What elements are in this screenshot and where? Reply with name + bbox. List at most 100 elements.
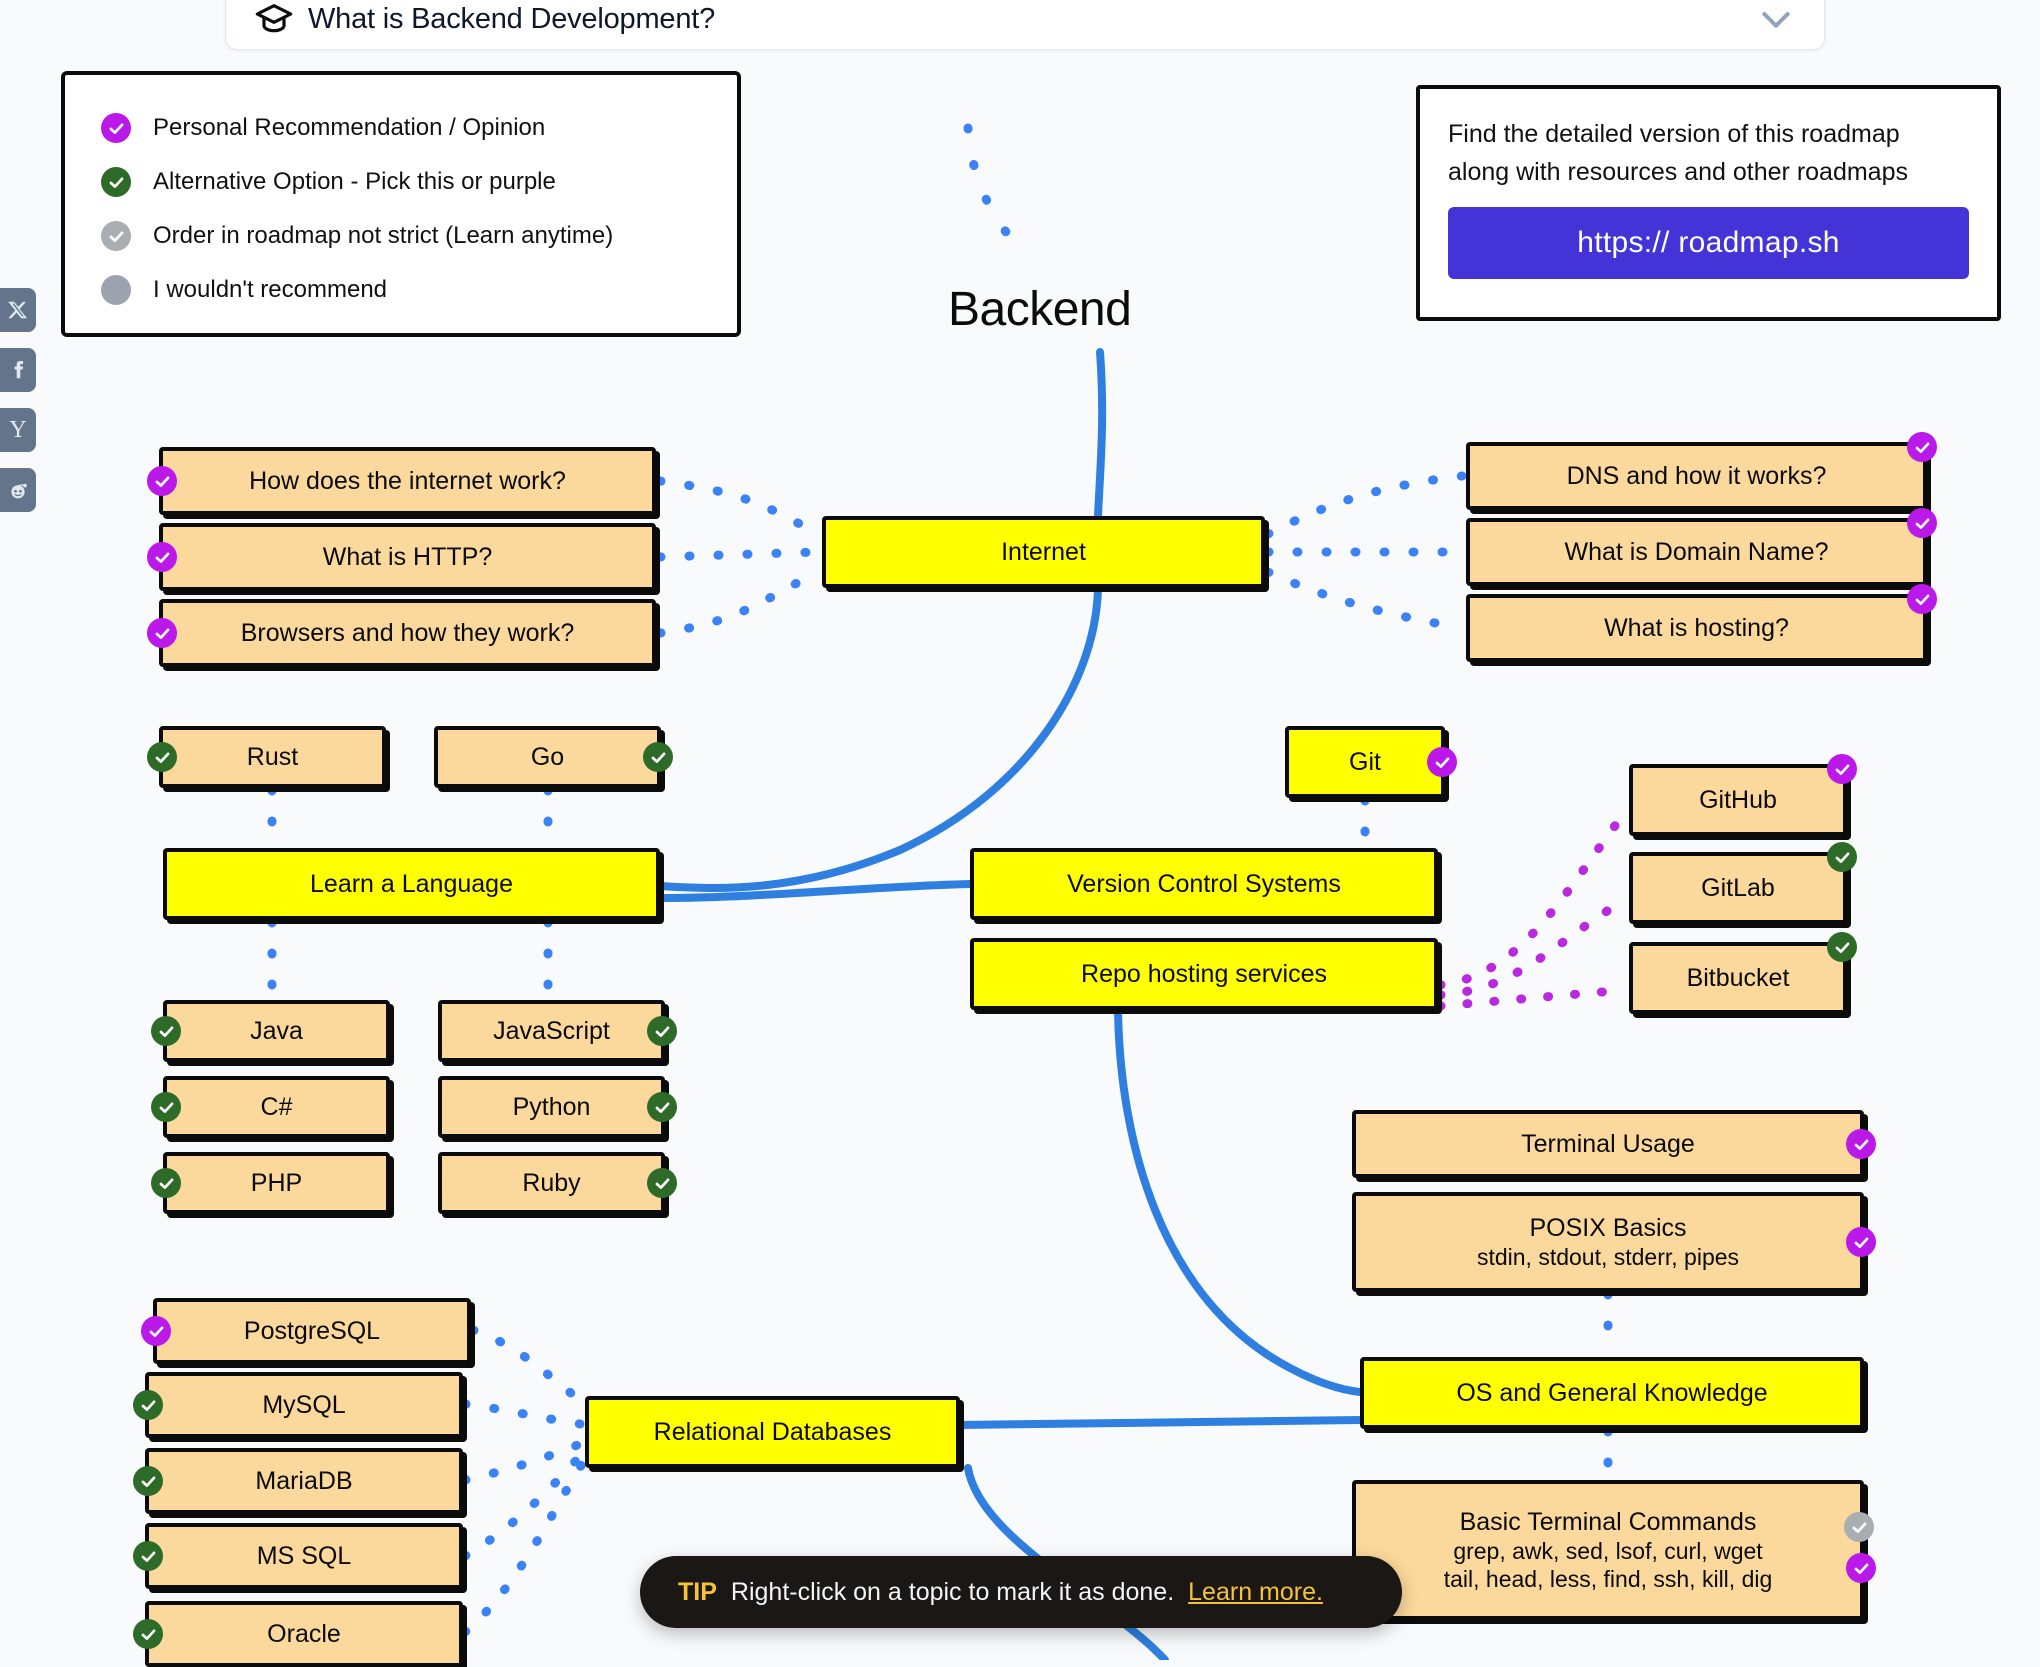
roadmap-node-learn-language[interactable]: Learn a Language (163, 848, 660, 920)
hackernews-icon[interactable]: Y (0, 408, 36, 452)
roadmap-node-basic-terminal[interactable]: Basic Terminal Commands grep, awk, sed, l… (1352, 1480, 1876, 1620)
node-subtitle: stdin, stdout, stderr, pipes (1476, 1244, 1740, 1271)
legend-item-alternative-option: Alternative Option - Pick this or purple (101, 155, 737, 209)
roadmap-node-github[interactable]: GitHub (1629, 754, 1857, 836)
node-title: Browsers and how they work? (240, 618, 575, 647)
check-green-icon (133, 1466, 163, 1496)
tip-learn-more-link[interactable]: Learn more. (1188, 1578, 1323, 1607)
tip-tag: TIP (678, 1577, 717, 1606)
check-gray-icon (1844, 1512, 1874, 1542)
roadmap-node-java[interactable]: Java (151, 1000, 390, 1062)
roadmap-node-mssql[interactable]: MS SQL (133, 1523, 463, 1589)
check-purple-icon (101, 113, 131, 143)
node-title: DNS and how it works? (1566, 461, 1827, 490)
check-green-icon (1827, 932, 1857, 962)
legend-item-label: Personal Recommendation / Opinion (153, 114, 546, 141)
node-title: GitLab (1701, 873, 1775, 902)
node-title: Go (530, 742, 565, 771)
node-title: Java (250, 1016, 303, 1045)
topic-header-left: What is Backend Development? (254, 0, 715, 39)
node-title: Repo hosting services (1081, 959, 1327, 988)
roadmap-node-posix-basics[interactable]: POSIX Basics stdin, stdout, stderr, pipes (1352, 1192, 1876, 1292)
promo-line-1: Find the detailed version of this roadma… (1448, 120, 1900, 148)
node-subtitle-2: tail, head, less, find, ssh, kill, dig (1443, 1566, 1773, 1593)
check-green-icon (647, 1016, 677, 1046)
roadmap-title: Backend (948, 283, 1132, 336)
legend-item-not-recommended: I wouldn't recommend (101, 263, 737, 317)
check-purple-icon (1846, 1227, 1876, 1257)
check-purple-icon (1846, 1553, 1876, 1584)
check-purple-icon (147, 466, 177, 496)
graduation-cap-icon (255, 4, 293, 33)
roadmap-node-postgresql[interactable]: PostgreSQL (141, 1298, 471, 1364)
check-purple-icon (1827, 754, 1857, 784)
roadmap-node-php[interactable]: PHP (151, 1152, 390, 1214)
check-purple-icon (147, 618, 177, 648)
node-title: What is HTTP? (322, 542, 493, 571)
roadmap-node-bitbucket[interactable]: Bitbucket (1629, 932, 1857, 1014)
roadmap-node-domain-name[interactable]: What is Domain Name? (1466, 508, 1937, 586)
roadmap-node-browsers[interactable]: Browsers and how they work? (147, 599, 656, 667)
node-title: OS and General Knowledge (1456, 1378, 1768, 1407)
check-green-icon (151, 1092, 181, 1122)
roadmap-promo-card: Find the detailed version of this roadma… (1416, 85, 2001, 321)
roadmap-node-how-internet[interactable]: How does the internet work? (147, 447, 656, 515)
node-title: Rust (246, 742, 299, 771)
roadmap-node-terminal-usage[interactable]: Terminal Usage (1352, 1110, 1876, 1178)
facebook-icon[interactable] (0, 348, 36, 392)
legend-item-personal-recommendation: Personal Recommendation / Opinion (101, 101, 737, 155)
node-title: Bitbucket (1686, 963, 1790, 992)
node-title: Git (1349, 747, 1381, 776)
node-title: POSIX Basics (1529, 1213, 1687, 1242)
x-twitter-icon[interactable] (0, 288, 36, 332)
node-title: Oracle (267, 1619, 341, 1648)
check-gray-icon (101, 221, 131, 251)
roadmap-node-go[interactable]: Go (434, 726, 673, 788)
node-title: MySQL (262, 1390, 346, 1419)
check-green-icon (1827, 842, 1857, 872)
chevron-down-icon[interactable] (1756, 0, 1796, 39)
roadmap-node-dns[interactable]: DNS and how it works? (1466, 432, 1937, 510)
node-title: How does the internet work? (249, 466, 566, 495)
roadmap-node-csharp[interactable]: C# (151, 1076, 390, 1138)
node-title: MS SQL (256, 1541, 352, 1570)
legend-panel: Personal Recommendation / Opinion Altern… (61, 71, 741, 337)
topic-header-bar[interactable]: What is Backend Development? (225, 0, 1825, 50)
legend-item-label: Order in roadmap not strict (Learn anyti… (153, 222, 614, 249)
roadmap-node-repo-hosting[interactable]: Repo hosting services (970, 938, 1438, 1010)
roadmap-node-python[interactable]: Python (438, 1076, 677, 1138)
node-title: What is hosting? (1604, 613, 1789, 642)
roadmap-node-hosting[interactable]: What is hosting? (1466, 584, 1937, 662)
check-green-icon (151, 1168, 181, 1198)
check-green-icon (133, 1619, 163, 1649)
roadmap-node-what-http[interactable]: What is HTTP? (147, 523, 656, 591)
check-green-icon (647, 1092, 677, 1122)
roadmap-sh-link-button[interactable]: https:// roadmap.sh (1448, 207, 1969, 279)
check-green-icon (151, 1016, 181, 1046)
roadmap-node-oracle[interactable]: Oracle (133, 1601, 463, 1667)
social-share-rail: Y (0, 288, 36, 512)
node-title: C# (260, 1092, 293, 1121)
roadmap-node-gitlab[interactable]: GitLab (1629, 842, 1857, 924)
roadmap-node-git[interactable]: Git (1285, 726, 1457, 798)
check-green-icon (147, 742, 177, 772)
roadmap-node-vcs[interactable]: Version Control Systems (970, 848, 1438, 920)
reddit-icon[interactable] (0, 468, 36, 512)
roadmap-node-mysql[interactable]: MySQL (133, 1372, 463, 1438)
check-green-icon (133, 1541, 163, 1571)
roadmap-node-ruby[interactable]: Ruby (438, 1152, 677, 1214)
roadmap-node-mariadb[interactable]: MariaDB (133, 1448, 463, 1514)
check-green-icon (101, 167, 131, 197)
check-green-icon (647, 1168, 677, 1198)
node-title: What is Domain Name? (1564, 537, 1829, 566)
node-title: Python (512, 1092, 591, 1121)
roadmap-node-os-knowledge[interactable]: OS and General Knowledge (1360, 1357, 1864, 1429)
node-title: Relational Databases (653, 1417, 892, 1446)
roadmap-node-javascript[interactable]: JavaScript (438, 1000, 677, 1062)
roadmap-node-rust[interactable]: Rust (147, 726, 386, 788)
roadmap-node-relational-db[interactable]: Relational Databases (585, 1396, 960, 1468)
circle-gray-icon (101, 275, 131, 305)
roadmap-node-internet[interactable]: Internet (822, 516, 1265, 588)
check-green-icon (133, 1390, 163, 1420)
check-purple-icon (141, 1316, 171, 1346)
